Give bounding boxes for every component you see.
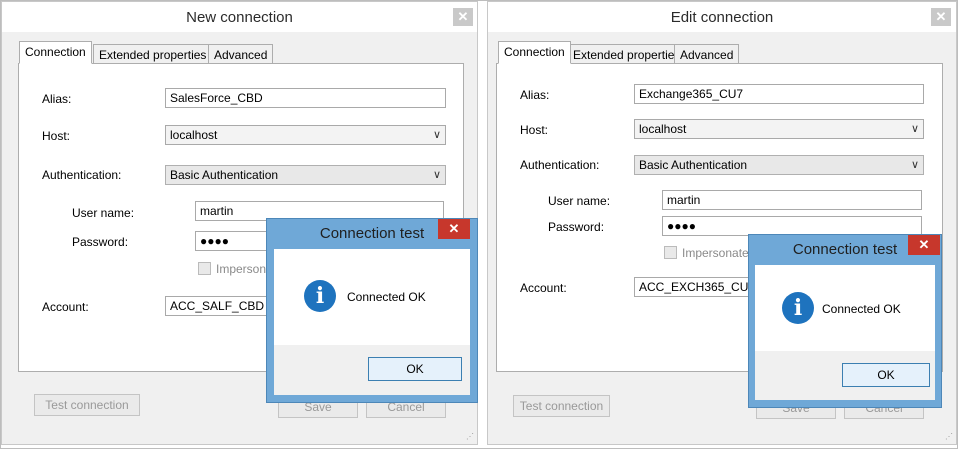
host-value: localhost bbox=[639, 122, 687, 136]
test-connection-button[interactable]: Test connection bbox=[513, 395, 610, 417]
host-label: Host: bbox=[520, 123, 549, 137]
dialog-body: i Connected OK bbox=[755, 265, 935, 351]
dialog-message: Connected OK bbox=[822, 302, 901, 316]
account-input[interactable]: ACC_EXCH365_CU7 bbox=[634, 277, 764, 297]
alias-input[interactable]: SalesForce_CBD bbox=[165, 88, 446, 108]
chevron-down-icon: ∨ bbox=[432, 129, 441, 141]
close-icon[interactable]: ✕ bbox=[931, 8, 951, 26]
tab-connection[interactable]: Connection bbox=[19, 41, 92, 64]
close-icon[interactable]: ✕ bbox=[438, 219, 470, 239]
tab-connection[interactable]: Connection bbox=[498, 41, 571, 64]
authentication-value: Basic Authentication bbox=[639, 158, 748, 172]
impersonate-checkbox[interactable] bbox=[198, 262, 211, 275]
password-label: Password: bbox=[72, 235, 129, 249]
dialog-message: Connected OK bbox=[347, 290, 426, 304]
chevron-down-icon: ∨ bbox=[910, 159, 919, 171]
close-icon[interactable]: ✕ bbox=[908, 235, 940, 255]
ok-button[interactable]: OK bbox=[368, 357, 462, 381]
chevron-down-icon: ∨ bbox=[910, 123, 919, 135]
tab-advanced[interactable]: Advanced bbox=[208, 44, 274, 64]
info-icon: i bbox=[782, 292, 814, 324]
connection-test-dialog: Connection test ✕ i Connected OK OK bbox=[266, 218, 478, 403]
chevron-down-icon: ∨ bbox=[432, 169, 441, 181]
authentication-label: Authentication: bbox=[42, 168, 122, 182]
host-label: Host: bbox=[42, 129, 71, 143]
window-title: Edit connection bbox=[670, 9, 774, 26]
alias-input[interactable]: Exchange365_CU7 bbox=[634, 84, 924, 104]
resize-grip-icon[interactable]: ⋰ bbox=[466, 432, 474, 441]
dialog-body: i Connected OK bbox=[274, 249, 470, 345]
dialog-footer: OK bbox=[274, 345, 470, 395]
ok-button[interactable]: OK bbox=[842, 363, 930, 387]
close-icon[interactable]: ✕ bbox=[453, 8, 473, 26]
password-label: Password: bbox=[548, 220, 605, 234]
account-label: Account: bbox=[520, 281, 567, 295]
title-bar: New connection ✕ bbox=[2, 2, 477, 32]
dialog-footer: OK bbox=[755, 351, 935, 400]
alias-label: Alias: bbox=[520, 88, 550, 102]
window-title: New connection bbox=[186, 9, 293, 26]
connection-test-dialog: Connection test ✕ i Connected OK OK bbox=[748, 234, 942, 408]
user-name-input[interactable]: martin bbox=[662, 190, 922, 210]
account-label: Account: bbox=[42, 300, 89, 314]
impersonate-checkbox[interactable] bbox=[664, 246, 677, 259]
authentication-select[interactable]: Basic Authentication ∨ bbox=[165, 165, 446, 185]
user-name-label: User name: bbox=[72, 206, 135, 220]
authentication-value: Basic Authentication bbox=[170, 168, 279, 182]
host-select[interactable]: localhost ∨ bbox=[634, 119, 924, 139]
host-value: localhost bbox=[170, 128, 218, 142]
alias-label: Alias: bbox=[42, 92, 72, 106]
user-name-label: User name: bbox=[548, 194, 611, 208]
resize-grip-icon[interactable]: ⋰ bbox=[945, 432, 953, 441]
authentication-select[interactable]: Basic Authentication ∨ bbox=[634, 155, 924, 175]
title-bar: Edit connection ✕ bbox=[488, 2, 956, 32]
info-icon: i bbox=[304, 280, 336, 312]
host-select[interactable]: localhost ∨ bbox=[165, 125, 446, 145]
authentication-label: Authentication: bbox=[520, 158, 600, 172]
test-connection-button[interactable]: Test connection bbox=[34, 394, 140, 416]
tab-extended-properties[interactable]: Extended properties bbox=[93, 44, 213, 64]
password-input[interactable]: ●●●● bbox=[662, 216, 922, 236]
tab-advanced[interactable]: Advanced bbox=[674, 44, 740, 64]
tab-extended-properties[interactable]: Extended properties bbox=[567, 44, 687, 64]
